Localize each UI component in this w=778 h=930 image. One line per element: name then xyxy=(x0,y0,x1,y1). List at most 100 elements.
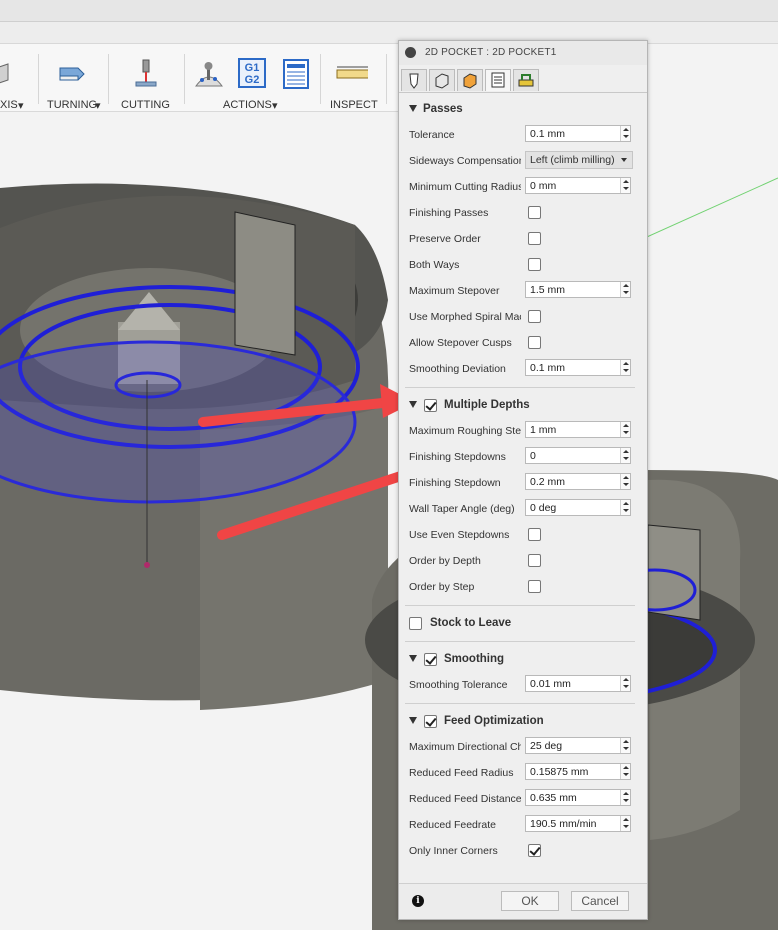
collapse-triangle-icon[interactable] xyxy=(409,717,417,724)
chevron-down-icon[interactable]: ▾ xyxy=(18,99,24,112)
preserve-order-checkbox[interactable] xyxy=(528,232,541,245)
order-by-depth-label: Order by Depth xyxy=(409,555,481,567)
collapse-icon[interactable] xyxy=(405,47,416,58)
stock-to-leave-section-header[interactable]: Stock to Leave xyxy=(399,613,647,635)
cancel-button[interactable]: Cancel xyxy=(571,891,629,911)
spinner-icon[interactable] xyxy=(620,126,630,141)
finishing-stepdown-input[interactable]: 0.2 mm xyxy=(525,473,631,490)
reduced-feedrate-label: Reduced Feedrate xyxy=(409,819,496,831)
only-inner-corners-label: Only Inner Corners xyxy=(409,845,498,857)
stepover-cusps-label: Allow Stepover Cusps xyxy=(409,337,512,349)
wall-taper-input[interactable]: 0 deg xyxy=(525,499,631,516)
feed-optimization-section-header[interactable]: Feed Optimization xyxy=(399,711,647,733)
actions-label: ACTIONS xyxy=(223,99,272,111)
smoothing-tolerance-input[interactable]: 0.01 mm xyxy=(525,675,631,692)
left-part[interactable] xyxy=(0,183,389,710)
finishing-stepdown-label: Finishing Stepdown xyxy=(409,477,501,489)
spinner-icon[interactable] xyxy=(620,764,630,779)
tab-passes[interactable] xyxy=(485,69,511,91)
passes-title: Passes xyxy=(423,103,463,115)
morphed-spiral-checkbox[interactable] xyxy=(528,310,541,323)
both-ways-label: Both Ways xyxy=(409,259,460,271)
section-divider xyxy=(405,387,635,388)
reduced-feedrate-input[interactable]: 190.5 mm/min xyxy=(525,815,631,832)
chevron-down-icon[interactable]: ▾ xyxy=(95,99,101,112)
tab-tool[interactable] xyxy=(401,69,427,91)
stepover-cusps-checkbox[interactable] xyxy=(528,336,541,349)
tab-heights[interactable] xyxy=(457,69,483,91)
linking-icon xyxy=(518,74,534,87)
morphed-spiral-label: Use Morphed Spiral Machining xyxy=(409,311,521,323)
even-stepdowns-checkbox[interactable] xyxy=(528,528,541,541)
spinner-icon[interactable] xyxy=(620,422,630,437)
reduced-feed-radius-input[interactable]: 0.15875 mm xyxy=(525,763,631,780)
g1g2-icon[interactable]: G1 G2 xyxy=(238,58,266,88)
inspect-label: INSPECT xyxy=(330,99,378,111)
order-by-step-checkbox[interactable] xyxy=(528,580,541,593)
model-viewport[interactable] xyxy=(0,112,778,930)
passes-section-header[interactable]: Passes xyxy=(399,99,647,121)
tool-icon xyxy=(409,73,419,89)
actions-simulate-icon xyxy=(195,62,223,87)
spinner-icon[interactable] xyxy=(620,474,630,489)
both-ways-checkbox[interactable] xyxy=(528,258,541,271)
reduced-feed-distance-input[interactable]: 0.635 mm xyxy=(525,789,631,806)
min-cutting-radius-label: Minimum Cutting Radius xyxy=(409,181,521,193)
collapse-triangle-icon[interactable] xyxy=(409,105,417,112)
stock-to-leave-checkbox[interactable] xyxy=(409,617,422,630)
toolbar-divider xyxy=(184,54,185,104)
only-inner-corners-checkbox[interactable] xyxy=(528,844,541,857)
inspect-group[interactable]: INSPECT xyxy=(326,44,382,112)
toolbar-divider xyxy=(386,54,387,104)
multiple-depths-section-header[interactable]: Multiple Depths xyxy=(399,395,647,417)
measure-icon xyxy=(336,66,368,79)
turning-group[interactable]: TURNING ▾ xyxy=(44,44,104,112)
geometry-icon xyxy=(435,73,449,89)
max-stepover-label: Maximum Stepover xyxy=(409,285,500,297)
setup-sheet-icon[interactable] xyxy=(282,58,314,90)
spinner-icon[interactable] xyxy=(620,282,630,297)
multiple-depths-checkbox[interactable] xyxy=(424,399,437,412)
spinner-icon[interactable] xyxy=(620,448,630,463)
collapse-triangle-icon[interactable] xyxy=(409,655,417,662)
spinner-icon[interactable] xyxy=(620,360,630,375)
max-directional-change-input[interactable]: 25 deg xyxy=(525,737,631,754)
dialog-header[interactable]: 2D POCKET : 2D POCKET1 xyxy=(399,41,647,65)
collapse-triangle-icon[interactable] xyxy=(409,401,417,408)
spinner-icon[interactable] xyxy=(620,790,630,805)
finishing-stepdowns-input[interactable]: 0 xyxy=(525,447,631,464)
spinner-icon[interactable] xyxy=(620,738,630,753)
section-divider xyxy=(405,703,635,704)
cutting-group[interactable]: CUTTING xyxy=(114,44,172,112)
order-by-depth-checkbox[interactable] xyxy=(528,554,541,567)
spinner-icon[interactable] xyxy=(620,816,630,831)
finishing-passes-checkbox[interactable] xyxy=(528,206,541,219)
actions-group[interactable]: G1 G2 ACTIONS ▾ xyxy=(190,44,318,112)
finishing-stepdowns-label: Finishing Stepdowns xyxy=(409,451,506,463)
tolerance-input[interactable]: 0.1 mm xyxy=(525,125,631,142)
reduced-feed-radius-label: Reduced Feed Radius xyxy=(409,767,514,779)
sideways-compensation-select[interactable]: Left (climb milling) xyxy=(525,151,633,169)
ok-button[interactable]: OK xyxy=(501,891,559,911)
chevron-down-icon[interactable]: ▾ xyxy=(272,99,278,112)
spinner-icon[interactable] xyxy=(620,500,630,515)
spinner-icon[interactable] xyxy=(620,676,630,691)
multiple-depths-title: Multiple Depths xyxy=(444,399,530,411)
reduced-feed-distance-label: Reduced Feed Distance xyxy=(409,793,521,805)
order-by-step-label: Order by Step xyxy=(409,581,475,593)
info-icon[interactable]: i xyxy=(412,895,424,907)
min-cutting-radius-input[interactable]: 0 mm xyxy=(525,177,631,194)
max-roughing-stepdown-input[interactable]: 1 mm xyxy=(525,421,631,438)
axis-group[interactable]: XIS ▾ xyxy=(0,44,36,112)
smoothing-deviation-input[interactable]: 0.1 mm xyxy=(525,359,631,376)
smoothing-checkbox[interactable] xyxy=(424,653,437,666)
smoothing-section-header[interactable]: Smoothing xyxy=(399,649,647,671)
tab-geometry[interactable] xyxy=(429,69,455,91)
spinner-icon[interactable] xyxy=(620,178,630,193)
dialog-title: 2D POCKET : 2D POCKET1 xyxy=(425,47,557,58)
smoothing-title: Smoothing xyxy=(444,653,505,665)
tab-linking[interactable] xyxy=(513,69,539,91)
heights-icon xyxy=(463,73,477,89)
max-stepover-input[interactable]: 1.5 mm xyxy=(525,281,631,298)
feed-optimization-checkbox[interactable] xyxy=(424,715,437,728)
